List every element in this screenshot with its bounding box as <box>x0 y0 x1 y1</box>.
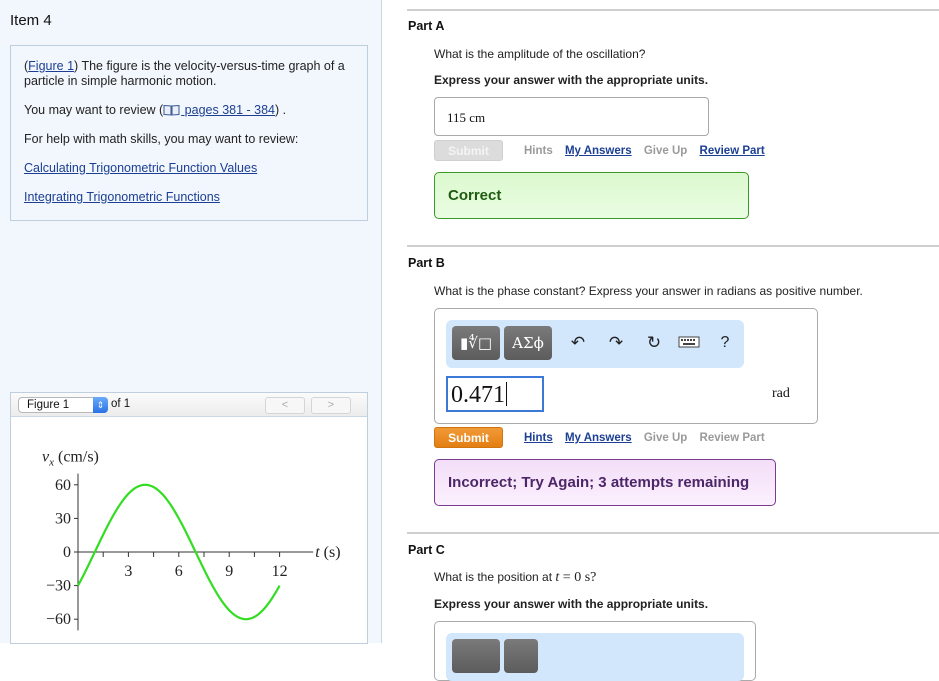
part-c-divider <box>407 532 939 534</box>
reset-icon[interactable]: ↻ <box>643 332 665 354</box>
part-b-give-up: Give Up <box>644 432 687 444</box>
part-a-review-part-link[interactable]: Review Part <box>700 145 765 157</box>
part-c-math-toolbar <box>446 633 744 681</box>
figure-link[interactable]: Figure 1 <box>28 59 74 73</box>
previous-figure-button[interactable]: < <box>265 397 305 414</box>
y-axis-label: vx (cm/s) <box>42 449 99 469</box>
part-a-divider <box>407 9 939 11</box>
integrating-trig-link[interactable]: Integrating Trigonometric Functions <box>24 190 220 204</box>
x-axis-label: t (s) <box>315 544 340 561</box>
pages-link[interactable]: pages 381 - 384 <box>181 103 275 117</box>
x-tick-label: 12 <box>272 563 288 580</box>
part-b-divider <box>407 245 939 247</box>
y-tick-label: 60 <box>55 477 71 494</box>
part-a-question: What is the amplitude of the oscillation… <box>434 47 645 61</box>
part-a-feedback-correct: Correct <box>434 172 749 219</box>
figure-select[interactable]: Figure 1 ⇕ <box>18 397 108 413</box>
part-b-my-answers-link[interactable]: My Answers <box>565 432 632 444</box>
part-b-label: Part B <box>408 256 445 270</box>
y-tick-label: −30 <box>46 578 71 595</box>
keyboard-icon[interactable] <box>678 332 700 354</box>
math-help-text: For help with math skills, you may want … <box>24 132 354 147</box>
redo-icon[interactable]: ↷ <box>605 332 627 354</box>
x-tick-label: 3 <box>124 563 132 580</box>
part-b-feedback-incorrect: Incorrect; Try Again; 3 attempts remaini… <box>434 459 776 506</box>
part-a-submit-button[interactable]: Submit <box>434 140 503 161</box>
part-c-math-editor <box>434 621 756 681</box>
part-c-templates-button[interactable] <box>452 639 500 673</box>
part-c-instruction: Express your answer with the appropriate… <box>434 597 708 611</box>
undo-icon[interactable]: ↶ <box>567 332 589 354</box>
x-tick-label: 6 <box>175 563 183 580</box>
velocity-time-chart: −60 −30 0 30 60 3 6 9 12 vx (cm/s) t (s) <box>11 418 367 644</box>
part-a-label: Part A <box>408 19 444 33</box>
part-a-my-answers-link[interactable]: My Answers <box>565 145 632 157</box>
next-figure-button[interactable]: > <box>311 397 351 414</box>
part-b-question: What is the phase constant? Express your… <box>434 284 863 298</box>
part-c-units-button[interactable] <box>504 639 538 673</box>
part-b-hints-link[interactable]: Hints <box>524 432 553 444</box>
y-tick-label: −60 <box>46 611 71 628</box>
part-c-label: Part C <box>408 543 445 557</box>
text-caret <box>506 382 507 406</box>
part-b-review-part: Review Part <box>700 432 765 444</box>
x-tick-label: 9 <box>225 563 233 580</box>
item-title: Item 4 <box>10 12 52 29</box>
part-b-actions: Hints My Answers Give Up Review Part <box>524 432 774 444</box>
figure-header: Figure 1 ⇕ of 1 < > <box>11 393 367 417</box>
figure-panel: Figure 1 ⇕ of 1 < > −60 −30 0 30 60 3 6 9 12 vx (… <box>10 392 368 644</box>
part-a-instruction: Express your answer with the appropriate… <box>434 73 708 87</box>
part-b-submit-button[interactable]: Submit <box>434 427 503 448</box>
help-button[interactable]: ? <box>714 332 736 354</box>
figure-count: of 1 <box>111 398 130 410</box>
item-panel: Item 4 (Figure 1) The figure is the velo… <box>0 0 382 643</box>
part-a-actions: Hints My Answers Give Up Review Part <box>524 145 774 157</box>
part-a-give-up: Give Up <box>644 145 687 157</box>
part-b-answer-field[interactable]: 0.471 <box>446 376 544 412</box>
questions-panel: Part A What is the amplitude of the osci… <box>382 0 939 643</box>
select-stepper-icon: ⇕ <box>93 397 108 413</box>
part-c-question: What is the position at t = 0 s? <box>434 570 596 586</box>
y-tick-label: 0 <box>63 544 71 561</box>
math-toolbar: ▮∜□ ΑΣϕ ↶ ↷ ↻ ? <box>446 320 744 368</box>
intro-box: (Figure 1) The figure is the velocity-ve… <box>10 45 368 221</box>
review-text: You may want to review ( pages 381 - 384… <box>24 103 354 118</box>
part-a-hints: Hints <box>524 145 553 157</box>
intro-text: (Figure 1) The figure is the velocity-ve… <box>24 59 354 89</box>
book-icon <box>163 104 180 116</box>
trig-values-link[interactable]: Calculating Trigonometric Function Value… <box>24 161 257 175</box>
part-b-math-editor: ▮∜□ ΑΣϕ ↶ ↷ ↻ ? 0.471 rad <box>434 308 818 424</box>
part-b-unit: rad <box>772 386 790 402</box>
part-a-answer-field[interactable]: 115 cm <box>434 97 709 136</box>
symbols-button[interactable]: ΑΣϕ <box>504 326 552 360</box>
templates-button[interactable]: ▮∜□ <box>452 326 500 360</box>
y-tick-label: 30 <box>55 510 71 527</box>
